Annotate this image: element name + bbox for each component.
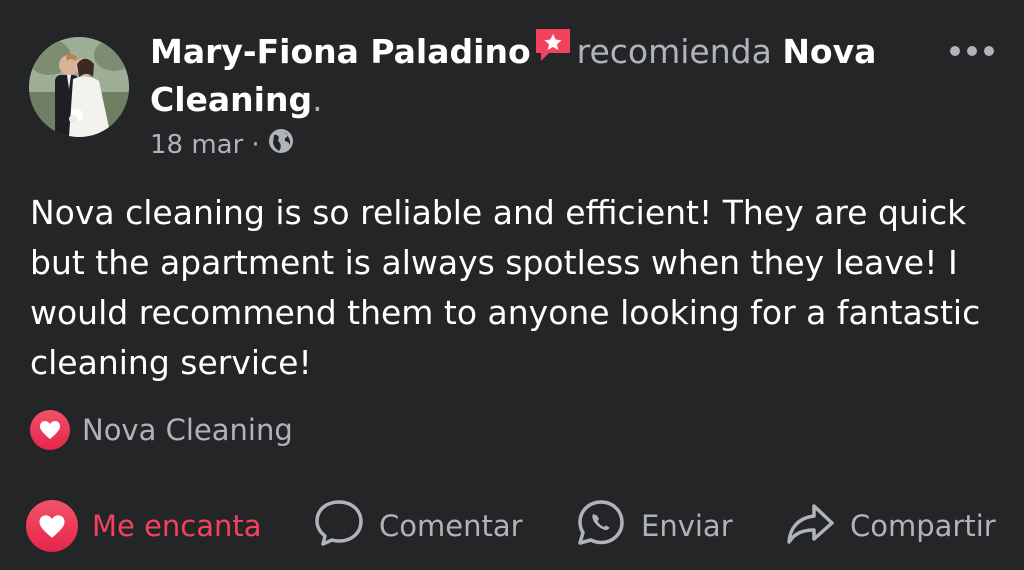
meta-separator: · (251, 129, 260, 160)
love-button[interactable]: Me encanta (26, 496, 262, 556)
more-dot (967, 46, 977, 56)
page-name-link-continued[interactable]: Cleaning (150, 80, 312, 119)
post-header: Mary-Fiona Paladino recomienda Nova Cleani… (150, 28, 950, 123)
post-body: Nova cleaning is so reliable and efficie… (30, 193, 981, 382)
page-tag-label: Nova Cleaning (82, 413, 293, 447)
comment-icon (313, 498, 365, 555)
avatar[interactable] (29, 37, 129, 137)
share-button[interactable]: Compartir (784, 496, 996, 556)
avatar-photo (29, 37, 129, 137)
comment-label: Comentar (379, 509, 523, 543)
more-dot (950, 46, 960, 56)
more-options-icon[interactable] (950, 46, 994, 56)
love-heart-icon (26, 500, 78, 552)
whatsapp-icon (575, 498, 627, 555)
action-bar: Me encanta Comentar Enviar Compartir (0, 496, 1024, 556)
author-name[interactable]: Mary-Fiona Paladino (150, 32, 531, 71)
post-date[interactable]: 18 mar (150, 130, 243, 160)
love-label: Me encanta (92, 509, 262, 543)
page-tag[interactable]: Nova Cleaning (30, 410, 293, 450)
post-title: Mary-Fiona Paladino recomienda Nova Cleani… (150, 28, 950, 123)
recommends-text: recomienda (576, 32, 772, 71)
comment-button[interactable]: Comentar (313, 496, 523, 556)
share-label: Compartir (850, 509, 996, 543)
title-period: . (312, 79, 323, 119)
heart-icon (30, 410, 70, 450)
page-name-link[interactable]: Nova (782, 32, 876, 71)
send-button[interactable]: Enviar (575, 496, 733, 556)
share-icon (784, 498, 836, 555)
post-meta: 18 mar · (150, 128, 294, 161)
recommendation-badge-icon (533, 26, 573, 76)
more-dot (984, 46, 994, 56)
globe-icon[interactable] (268, 128, 294, 161)
send-label: Enviar (641, 509, 733, 543)
